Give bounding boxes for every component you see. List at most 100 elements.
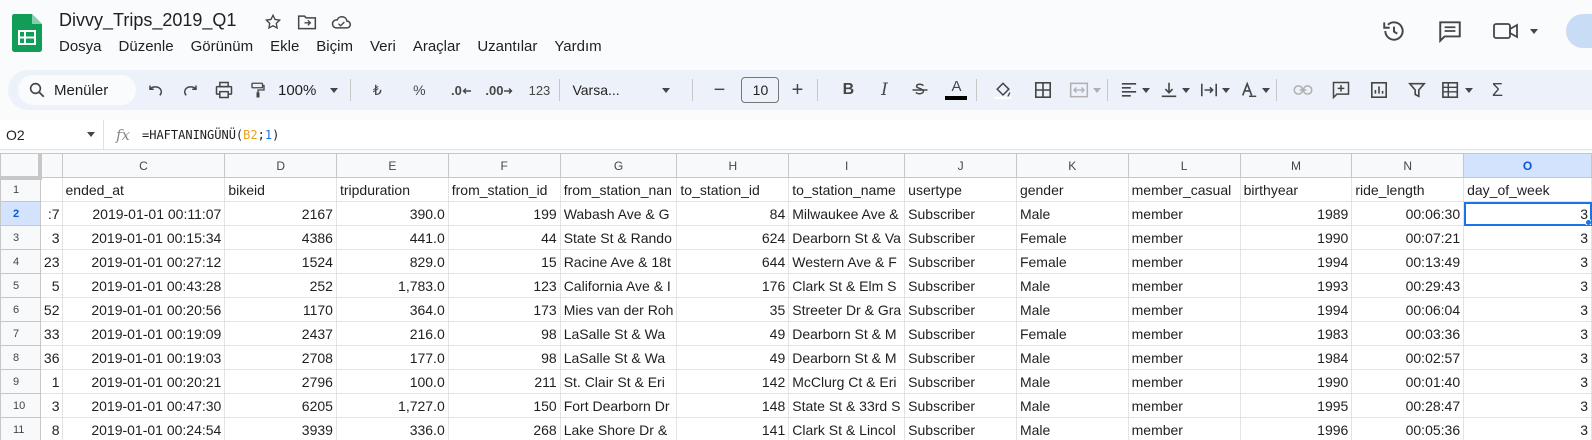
cell[interactable]: Subscriber: [904, 321, 1017, 346]
fill-handle[interactable]: [1585, 219, 1591, 225]
spreadsheet-grid[interactable]: CDEFGHIJKLMNO 1 ended_at bikeid tripduratio…: [0, 153, 1592, 440]
cell[interactable]: 2019-01-01 00:15:34: [61, 225, 226, 250]
header-cell[interactable]: [39, 177, 63, 202]
menu-format[interactable]: Biçim: [316, 38, 362, 55]
cell[interactable]: Milwaukee Ave &: [788, 201, 906, 226]
column-header-d[interactable]: D: [224, 153, 337, 178]
column-header-g[interactable]: G: [559, 153, 678, 178]
header-cell[interactable]: ride_length: [1351, 177, 1465, 202]
cell[interactable]: 2019-01-01 00:24:54: [61, 417, 226, 440]
cell-clipped[interactable]: :7: [39, 201, 63, 226]
decrease-decimal-button[interactable]: .0: [447, 75, 475, 105]
cell[interactable]: 00:06:30: [1351, 201, 1465, 226]
cell[interactable]: Dearborn St & M: [788, 321, 906, 346]
menu-search[interactable]: Menüler: [18, 75, 136, 105]
filter-views-button[interactable]: [1441, 75, 1474, 105]
cell[interactable]: Mies van der Roh: [559, 297, 678, 322]
cell[interactable]: 3: [1463, 273, 1592, 298]
row-header[interactable]: 9: [0, 369, 41, 394]
text-wrap-button[interactable]: [1200, 75, 1231, 105]
text-rotation-button[interactable]: [1240, 75, 1271, 105]
font-size-input[interactable]: 10: [741, 77, 780, 103]
cell[interactable]: 3: [1463, 393, 1592, 418]
cell[interactable]: 49: [676, 321, 790, 346]
column-header-l[interactable]: L: [1127, 153, 1241, 178]
cell-clipped[interactable]: 3: [39, 393, 63, 418]
cell[interactable]: 00:29:43: [1351, 273, 1465, 298]
row-header[interactable]: 5: [0, 273, 41, 298]
row-header[interactable]: 3: [0, 225, 41, 250]
undo-button[interactable]: [142, 75, 170, 105]
cell[interactable]: 1994: [1239, 249, 1353, 274]
cell[interactable]: Clark St & Elm S: [788, 273, 906, 298]
row-header[interactable]: 1: [0, 177, 41, 202]
sheets-logo-icon[interactable]: [12, 14, 42, 52]
cell[interactable]: 644: [676, 249, 790, 274]
cell[interactable]: 2167: [224, 201, 337, 226]
cell[interactable]: State St & Rando: [559, 225, 678, 250]
cell[interactable]: 252: [224, 273, 337, 298]
column-header-i[interactable]: I: [788, 153, 906, 178]
insert-chart-button[interactable]: [1365, 75, 1393, 105]
cell[interactable]: 00:02:57: [1351, 345, 1465, 370]
increase-decimal-button[interactable]: .00: [485, 75, 513, 105]
cell[interactable]: Western Ave & F: [788, 249, 906, 274]
cell[interactable]: member: [1127, 273, 1241, 298]
cell[interactable]: Subscriber: [904, 249, 1017, 274]
row-header[interactable]: 8: [0, 345, 41, 370]
zoom-select[interactable]: 100%: [272, 82, 344, 99]
cell[interactable]: 1996: [1239, 417, 1353, 440]
menu-insert[interactable]: Ekle: [270, 38, 308, 55]
cell[interactable]: 3: [1463, 417, 1592, 440]
menu-extensions[interactable]: Uzantılar: [477, 38, 546, 55]
cell[interactable]: 84: [676, 201, 790, 226]
cell[interactable]: 441.0: [335, 225, 449, 250]
cloud-saved-icon[interactable]: [330, 11, 352, 33]
cell[interactable]: 173: [447, 297, 561, 322]
horizontal-align-button[interactable]: [1120, 75, 1151, 105]
column-header-k[interactable]: K: [1015, 153, 1129, 178]
column-header-h[interactable]: H: [676, 153, 790, 178]
row-header[interactable]: 7: [0, 321, 41, 346]
move-folder-icon[interactable]: [296, 11, 318, 33]
column-header-e[interactable]: E: [335, 153, 449, 178]
functions-button[interactable]: Σ: [1483, 75, 1511, 105]
cell[interactable]: Male: [1015, 369, 1129, 394]
cell[interactable]: 15: [447, 249, 561, 274]
menu-view[interactable]: Görünüm: [191, 38, 263, 55]
column-header-c[interactable]: C: [61, 153, 226, 178]
insert-link-button[interactable]: [1289, 75, 1317, 105]
cell[interactable]: 390.0: [335, 201, 449, 226]
history-icon[interactable]: [1380, 17, 1408, 45]
cell[interactable]: 268: [447, 417, 561, 440]
cell-clipped[interactable]: 52: [39, 297, 63, 322]
cell[interactable]: Subscriber: [904, 225, 1017, 250]
cell[interactable]: 3939: [224, 417, 337, 440]
cell[interactable]: Clark St & Lincol: [788, 417, 906, 440]
menu-data[interactable]: Veri: [370, 38, 405, 55]
cell-clipped[interactable]: 5: [39, 273, 63, 298]
cell[interactable]: 177.0: [335, 345, 449, 370]
cell[interactable]: member: [1127, 345, 1241, 370]
name-box[interactable]: O2: [0, 119, 104, 150]
meet-button[interactable]: [1492, 20, 1538, 42]
cell[interactable]: Male: [1015, 273, 1129, 298]
cell[interactable]: 6205: [224, 393, 337, 418]
cell[interactable]: 2019-01-01 00:27:12: [61, 249, 226, 274]
cell[interactable]: 829.0: [335, 249, 449, 274]
header-cell[interactable]: day_of_week: [1463, 177, 1592, 202]
cell[interactable]: 3: [1463, 345, 1592, 370]
header-cell[interactable]: from_station_nan: [559, 177, 678, 202]
cell[interactable]: 1990: [1239, 225, 1353, 250]
cell[interactable]: 336.0: [335, 417, 449, 440]
cell[interactable]: 1,783.0: [335, 273, 449, 298]
cell[interactable]: Subscriber: [904, 273, 1017, 298]
cell[interactable]: 1,727.0: [335, 393, 449, 418]
font-size-decrease-button[interactable]: −: [705, 75, 733, 105]
cell[interactable]: 2019-01-01 00:43:28: [61, 273, 226, 298]
number-format-button[interactable]: 123: [525, 75, 553, 105]
text-color-button[interactable]: A: [942, 75, 970, 105]
cell[interactable]: member: [1127, 297, 1241, 322]
cell[interactable]: 4386: [224, 225, 337, 250]
column-header-partial[interactable]: [39, 153, 63, 178]
